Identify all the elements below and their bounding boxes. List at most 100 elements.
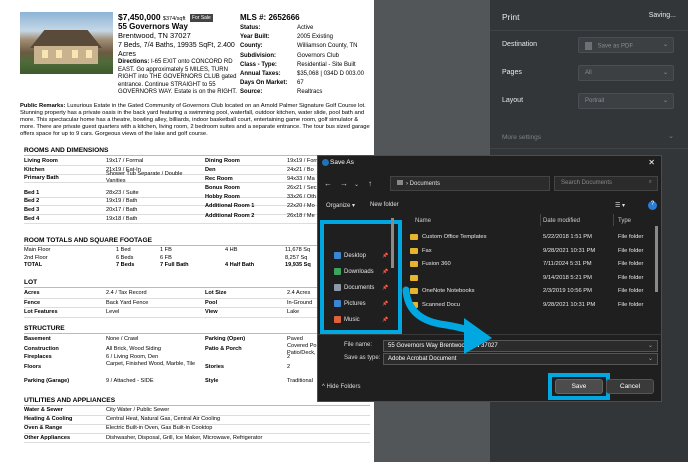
file-row[interactable]: Fax 9/28/2021 10:31 PM File folder — [408, 246, 653, 257]
room-value: 94x33 / Ma — [287, 176, 315, 182]
fact-value: Governors Club — [297, 52, 340, 59]
new-folder-button[interactable]: New folder — [370, 202, 399, 208]
file-row[interactable]: Custom Office Templates 5/22/2018 1:51 PM… — [408, 232, 653, 243]
column-date[interactable]: Date modified — [543, 218, 580, 224]
print-title: Print — [502, 12, 520, 22]
search-icon: ⌕ — [648, 179, 652, 185]
file-date: 9/28/2021 10:31 PM — [543, 247, 596, 254]
column-name[interactable]: Name — [415, 218, 431, 224]
lot-key: Lot Size — [205, 290, 227, 296]
lot-value: Level — [106, 309, 120, 315]
back-icon[interactable]: ← — [324, 179, 332, 188]
utility-key: Oven & Range — [24, 425, 63, 432]
directions: Directions: I-65 EXIT onto CONCORD RD EA… — [118, 59, 238, 97]
utility-value: Central Heat, Natural Gas, Central Air C… — [106, 416, 221, 423]
totals-full-baths: 7 Full Bath — [160, 262, 189, 268]
price-value: $7,450,000 — [118, 12, 161, 22]
nav-scrollbar[interactable] — [391, 218, 394, 268]
file-date: 9/14/2018 5:21 PM — [543, 274, 592, 281]
room-value: 28x23 / Suite — [106, 190, 139, 196]
file-row[interactable]: Fusion 360 7/11/2024 5:31 PM File folder — [408, 259, 653, 270]
pages-select[interactable]: All ⌄ — [578, 65, 674, 81]
room-value: 19x19 / Bath — [106, 198, 138, 204]
fact-value: Williamson County, TN — [297, 43, 358, 50]
chevron-down-icon: ⌄ — [668, 133, 674, 140]
file-type: File folder — [618, 247, 644, 254]
chrome-icon — [322, 159, 329, 166]
fact-key: Subdivision: — [240, 52, 276, 59]
rooms-heading: ROOMS AND DIMENSIONS — [24, 147, 109, 154]
address-bar[interactable]: › Documents — [390, 176, 550, 191]
hide-folders-toggle[interactable]: ^ Hide Folders — [322, 384, 361, 390]
structure-value: 9 / Attached - SIDE — [106, 378, 154, 384]
chevron-down-icon: ⌄ — [647, 343, 653, 349]
chevron-down-icon: ⌄ — [662, 70, 668, 76]
utility-value: City Water / Public Sewer — [106, 407, 170, 413]
room-name: Additional Room 1 — [205, 203, 255, 209]
totals-floor: Main Floor — [24, 247, 51, 253]
close-icon[interactable]: ✕ — [648, 158, 655, 167]
file-date: 7/11/2024 5:31 PM — [543, 261, 592, 267]
utility-key: Water & Sewer — [24, 407, 63, 413]
organize-button[interactable]: Organize ▾ — [326, 202, 355, 209]
room-name: Kitchen — [24, 167, 45, 173]
room-value: 33x26 / Oth — [287, 194, 316, 200]
public-remarks: Public Remarks: Luxurious Estate in the … — [20, 103, 370, 138]
chevron-down-icon[interactable]: ⌄ — [354, 181, 359, 188]
property-photo — [20, 12, 113, 74]
view-icon[interactable]: ☰ ▾ — [615, 202, 625, 209]
utility-key: Other Appliances — [24, 434, 71, 441]
lot-key: Acres — [24, 290, 40, 296]
lot-value: Back Yard Fence — [106, 299, 149, 306]
room-name: Bed 2 — [24, 198, 40, 204]
file-scrollbar[interactable] — [655, 226, 658, 292]
lot-key: Pool — [205, 299, 218, 306]
room-value: 20x17 / Bath — [106, 207, 138, 213]
fact-row: County: Williamson County, TN — [240, 43, 370, 49]
totals-half-baths: 4 Half Bath — [225, 262, 255, 268]
fact-key: Source: — [240, 89, 263, 96]
chevron-down-icon: ⌄ — [662, 42, 668, 48]
more-settings[interactable]: More settings — [502, 134, 541, 141]
print-panel-edge — [662, 155, 688, 402]
help-icon[interactable]: ? — [648, 201, 657, 210]
mls-number: MLS #: 2652666 — [240, 13, 300, 22]
file-name: Fusion 360 — [422, 261, 451, 267]
lot-key: Lot Features — [24, 309, 58, 315]
pdf-icon — [585, 42, 592, 50]
forward-icon[interactable]: → — [340, 179, 348, 188]
street-address: 55 Governors Way — [118, 22, 188, 31]
totals-floor: TOTAL — [24, 262, 43, 268]
cancel-button[interactable]: Cancel — [606, 379, 654, 394]
structure-key: Patio & Porch — [205, 346, 242, 352]
destination-label: Destination — [502, 41, 538, 48]
lot-value: In-Ground — [287, 299, 313, 306]
folder-icon — [410, 274, 418, 281]
utility-key: Heating & Cooling — [24, 416, 73, 423]
totals-sqft: 11,678 Sq — [285, 247, 311, 253]
totals-beds: 6 Beds — [116, 254, 134, 261]
structure-key: Floors — [24, 364, 42, 370]
room-value: 19x19 / Form — [287, 158, 320, 164]
file-name: Custom Office Templates — [422, 234, 487, 240]
file-name: Fax — [422, 247, 432, 254]
lot-key: View — [205, 309, 218, 315]
structure-key: Style — [205, 378, 219, 384]
room-value: 19x18 / Bath — [106, 216, 138, 222]
fact-key: Class - Type: — [240, 61, 277, 68]
lot-value: Lake — [287, 309, 300, 315]
utility-value: Electric Built-in Oven, Gas Built-in Coo… — [106, 425, 213, 432]
totals-half-baths: 4 HB — [225, 247, 238, 253]
layout-select[interactable]: Portrait ⌄ — [578, 93, 674, 109]
pages-label: Pages — [502, 69, 522, 76]
up-icon[interactable]: ↑ — [368, 179, 372, 188]
room-name: Dining Room — [205, 158, 240, 164]
remarks-text: Luxurious Estate in the Gated Community … — [20, 103, 370, 137]
search-input[interactable]: Search Documents ⌕ — [554, 176, 658, 191]
room-value: 24x21 / Bo — [287, 167, 314, 173]
column-type[interactable]: Type — [618, 218, 631, 224]
organize-label: Organize — [326, 203, 351, 209]
destination-select[interactable]: Save as PDF ⌄ — [578, 37, 674, 53]
structure-value: All Brick, Wood Siding — [106, 346, 161, 352]
path-documents: Documents — [409, 181, 441, 187]
